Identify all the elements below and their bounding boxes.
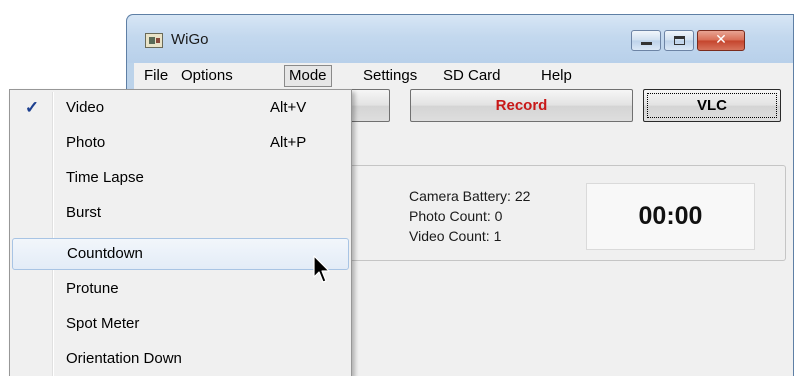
menu-item-photo[interactable]: Photo Alt+P [12,127,349,159]
app-icon[interactable] [145,33,163,48]
vlc-button-label: VLC [697,97,727,114]
minimize-icon [641,42,652,45]
menu-item-label: Orientation Down [66,350,182,367]
photo-count: Photo Count: 0 [409,208,503,224]
maximize-icon [674,36,685,45]
close-icon: ✕ [715,32,727,48]
menu-help[interactable]: Help [537,65,576,87]
menu-item-label: Burst [66,204,102,221]
mode-dropdown-menu: ✓ Video Alt+V Photo Alt+P Time Lapse Bur… [9,89,352,376]
menu-item-spot-meter[interactable]: Spot Meter [12,308,349,340]
vlc-button[interactable]: VLC [643,89,781,122]
timer-display: 00:00 [586,183,755,250]
video-count: Video Count: 1 [409,228,502,244]
menu-settings-label: Settings [363,67,418,84]
menu-item-time-lapse[interactable]: Time Lapse [12,162,349,194]
menu-sd-card[interactable]: SD Card [439,65,505,87]
menu-item-protune[interactable]: Protune [12,273,349,305]
maximize-button[interactable] [664,30,694,51]
close-button[interactable]: ✕ [697,30,745,51]
menu-options-label: Options [181,67,233,84]
menu-mode-label: Mode [289,67,327,84]
menu-help-label: Help [541,67,572,84]
menu-sd-card-label: SD Card [443,67,501,84]
record-button[interactable]: Record [410,89,633,122]
checkmark-icon: ✓ [24,98,40,117]
menu-item-countdown[interactable]: Countdown [12,238,349,270]
menu-item-label: Time Lapse [66,169,144,186]
minimize-button[interactable] [631,30,661,51]
record-button-label: Record [495,97,548,114]
menu-file[interactable]: File [140,65,172,87]
menu-item-label: Photo [66,134,106,151]
menu-item-label: Countdown [67,245,143,262]
menu-file-label: File [144,67,169,84]
menu-item-label: Protune [66,280,119,297]
menu-item-burst[interactable]: Burst [12,197,349,229]
menu-mode[interactable]: Mode [284,65,332,87]
menu-options[interactable]: Options [177,65,237,87]
camera-stats: Camera Battery: 22 Photo Count: 0 Video … [409,186,530,246]
mouse-cursor-icon [313,255,330,283]
menu-item-orientation-down[interactable]: Orientation Down [12,343,349,375]
window-title: WiGo [171,31,209,48]
menu-item-shortcut: Alt+V [270,99,307,116]
menu-bar: File Options Mode Settings SD Card Help [134,63,793,89]
menu-item-label: Video [66,99,105,116]
menu-settings[interactable]: Settings [359,65,421,87]
menu-item-label: Spot Meter [66,315,140,332]
camera-battery: Camera Battery: 22 [409,188,531,204]
menu-item-shortcut: Alt+P [270,134,307,151]
menu-item-video[interactable]: ✓ Video Alt+V [12,92,349,124]
title-bar[interactable]: WiGo ✕ [127,15,793,63]
